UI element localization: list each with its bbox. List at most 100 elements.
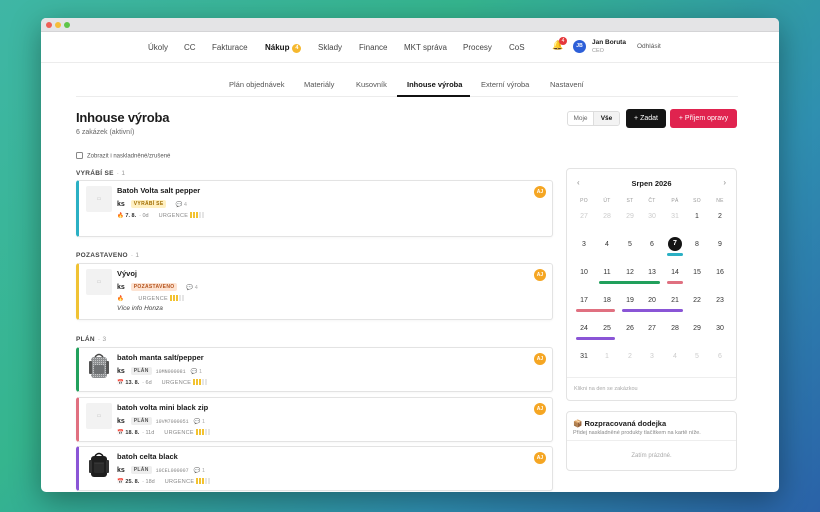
calendar-day[interactable]: 30: [709, 325, 731, 332]
calendar-event-bar[interactable]: [667, 281, 683, 284]
calendar-hint: Klikni na den se zakázkou: [574, 386, 638, 392]
nav-item-ukoly[interactable]: Úkoly: [148, 43, 168, 52]
assignee-avatar[interactable]: AJ: [534, 353, 546, 365]
calendar-day[interactable]: 8: [686, 241, 708, 248]
calendar-day[interactable]: 28: [664, 325, 686, 332]
calendar-day[interactable]: 22: [686, 297, 708, 304]
calendar-day[interactable]: 29: [686, 325, 708, 332]
card-meta: ks POZASTAVENO 💬 4: [117, 283, 198, 291]
order-card[interactable]: ▭ Batoh Volta salt pepper ks VYRÁBÍ SE 💬 4…: [76, 180, 553, 237]
calendar-day[interactable]: 11: [596, 269, 618, 276]
calendar-day[interactable]: 29: [619, 213, 641, 220]
order-card[interactable]: batoh manta salt/pepper ks PLÁN 10MN000081…: [76, 347, 553, 392]
order-card[interactable]: ▭ Vývoj ks POZASTAVENO 💬 4 🔥 URGENCE Více …: [76, 263, 553, 320]
assignee-avatar[interactable]: AJ: [534, 452, 546, 464]
assignee-avatar[interactable]: AJ: [534, 186, 546, 198]
calendar-day[interactable]: 15: [686, 269, 708, 276]
calendar-day[interactable]: 9: [709, 241, 731, 248]
repair-intake-button[interactable]: + Příjem opravy: [670, 109, 737, 128]
comment-count[interactable]: 💬 1: [191, 369, 202, 375]
calendar-day[interactable]: 20: [641, 297, 663, 304]
calendar-day[interactable]: 27: [573, 213, 595, 220]
maximize-window-button[interactable]: [64, 21, 70, 28]
logout-link[interactable]: Odhlásit: [637, 43, 661, 50]
calendar-day[interactable]: 14: [664, 269, 686, 276]
chevron-right-icon[interactable]: ›: [723, 178, 726, 187]
calendar-day[interactable]: 1: [596, 353, 618, 360]
show-stocked-checkbox[interactable]: Zobrazit i naskladněné/zrušené: [76, 152, 170, 160]
calendar-event-bar[interactable]: [576, 309, 615, 312]
calendar-day[interactable]: 2: [709, 213, 731, 220]
calendar-day[interactable]: 12: [619, 269, 641, 276]
calendar-day[interactable]: 19: [619, 297, 641, 304]
card-footer: 📅 25. 8. · 18d URGENCE: [117, 478, 211, 486]
calendar-day[interactable]: 3: [641, 353, 663, 360]
minimize-window-button[interactable]: [55, 21, 61, 28]
order-card[interactable]: ▭ batoh volta mini black zip ks PLÁN 10VM7…: [76, 397, 553, 442]
tab-kusovnik[interactable]: Kusovník: [356, 80, 387, 89]
calendar-day[interactable]: 6: [709, 353, 731, 360]
calendar-event-bar[interactable]: [599, 281, 660, 284]
calendar-day[interactable]: 1: [686, 213, 708, 220]
comment-count[interactable]: 💬 1: [194, 419, 205, 425]
comment-count[interactable]: 💬 4: [175, 202, 186, 208]
calendar-day[interactable]: 13: [641, 269, 663, 276]
tab-materialy[interactable]: Materiály: [304, 80, 334, 89]
section-title: PLÁN: [76, 336, 95, 343]
calendar-day[interactable]: 5: [619, 241, 641, 248]
calendar-day[interactable]: 24: [573, 325, 595, 332]
nav-item-cos[interactable]: CoS: [509, 43, 525, 52]
calendar: ‹ Srpen 2026 › Klikni na den se zakázkou…: [566, 168, 737, 401]
nav-item-fakturace[interactable]: Fakturace: [212, 43, 248, 52]
tab-inhouse-vyroba[interactable]: Inhouse výroba: [407, 80, 462, 89]
filter-all-button[interactable]: Vše: [593, 112, 619, 125]
calendar-day[interactable]: 26: [619, 325, 641, 332]
checkbox-box[interactable]: [76, 152, 83, 159]
order-card[interactable]: batoh celta black ks PLÁN 10CEL000007 💬 1 📅…: [76, 446, 553, 491]
filter-mine-button[interactable]: Moje: [568, 112, 593, 125]
calendar-day[interactable]: 23: [709, 297, 731, 304]
calendar-event-bar[interactable]: [667, 253, 683, 256]
status-badge: PLÁN: [130, 367, 152, 375]
nav-item-sklady[interactable]: Sklady: [318, 43, 342, 52]
status-badge: POZASTAVENO: [130, 283, 178, 291]
nav-item-cc[interactable]: CC: [184, 43, 196, 52]
calendar-day[interactable]: 5: [686, 353, 708, 360]
calendar-day[interactable]: 28: [596, 213, 618, 220]
calendar-day[interactable]: 3: [573, 241, 595, 248]
calendar-day[interactable]: 30: [641, 213, 663, 220]
nav-item-nakup[interactable]: Nákup 4: [265, 43, 302, 53]
calendar-day[interactable]: 17: [573, 297, 595, 304]
calendar-day[interactable]: 16: [709, 269, 731, 276]
nav-item-mkt[interactable]: MKT správa: [404, 43, 447, 52]
calendar-day[interactable]: 4: [596, 241, 618, 248]
product-code: 10CEL000007: [155, 468, 189, 474]
assignee-avatar[interactable]: AJ: [534, 403, 546, 415]
calendar-day[interactable]: 31: [573, 353, 595, 360]
add-order-button[interactable]: + Zadat: [626, 109, 666, 128]
calendar-day[interactable]: 2: [619, 353, 641, 360]
calendar-day[interactable]: 10: [573, 269, 595, 276]
calendar-day[interactable]: 27: [641, 325, 663, 332]
close-window-button[interactable]: [46, 21, 52, 28]
calendar-day[interactable]: 31: [664, 213, 686, 220]
nav-item-finance[interactable]: Finance: [359, 43, 387, 52]
calendar-day[interactable]: 4: [664, 353, 686, 360]
tab-plan-objednavek[interactable]: Plán objednávek: [229, 80, 284, 89]
calendar-day[interactable]: 6: [641, 241, 663, 248]
tab-externi-vyroba[interactable]: Externí výroba: [481, 80, 529, 89]
calendar-day[interactable]: 18: [596, 297, 618, 304]
comment-count[interactable]: 💬 1: [194, 468, 205, 474]
calendar-event-bar[interactable]: [622, 309, 683, 312]
calendar-day[interactable]: 21: [664, 297, 686, 304]
nav-item-procesy[interactable]: Procesy: [463, 43, 492, 52]
tab-nastaveni[interactable]: Nastavení: [550, 80, 584, 89]
calendar-event-bar[interactable]: [576, 337, 615, 340]
comment-count[interactable]: 💬 4: [186, 285, 197, 291]
date-icon: 📅: [117, 430, 124, 436]
urgency-indicator: [195, 429, 211, 437]
calendar-day-today[interactable]: 7: [668, 237, 682, 251]
user-avatar[interactable]: JB: [573, 40, 586, 53]
calendar-day[interactable]: 25: [596, 325, 618, 332]
assignee-avatar[interactable]: AJ: [534, 269, 546, 281]
